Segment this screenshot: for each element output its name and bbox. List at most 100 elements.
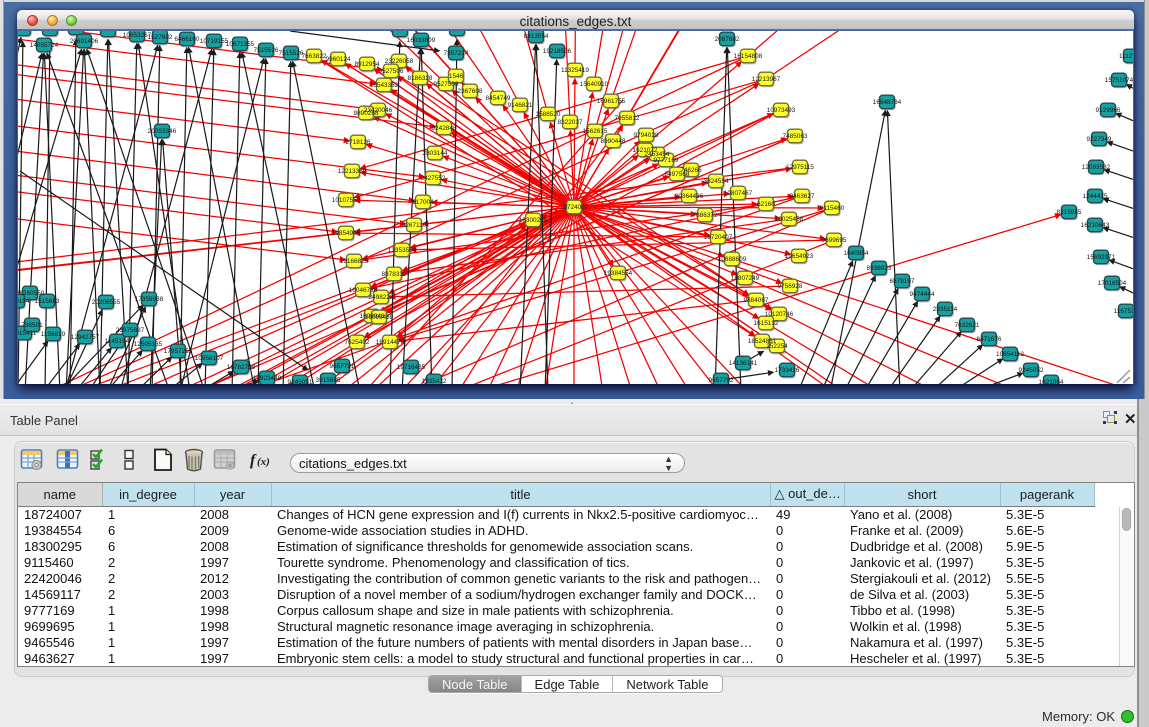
svg-text:8267110: 8267110 — [402, 222, 427, 229]
svg-text:1167534: 1167534 — [1114, 308, 1133, 315]
svg-text:9960124: 9960124 — [326, 56, 351, 63]
svg-text:10046786: 10046786 — [349, 287, 378, 294]
svg-text:10671355: 10671355 — [226, 41, 255, 48]
svg-text:6466160: 6466160 — [175, 36, 200, 43]
svg-text:9245052: 9245052 — [1019, 367, 1044, 374]
svg-text:7632621: 7632621 — [955, 322, 980, 329]
svg-text:16099489: 16099489 — [365, 314, 394, 321]
svg-text:16782759: 16782759 — [227, 364, 256, 371]
svg-text:12505135: 12505135 — [134, 341, 163, 348]
svg-text:16033809: 16033809 — [407, 37, 436, 44]
svg-text:19218506: 19218506 — [543, 48, 572, 55]
svg-text:2087682: 2087682 — [715, 36, 740, 43]
svg-text:1145194: 1145194 — [105, 338, 130, 345]
svg-text:20691406: 20691406 — [70, 38, 99, 45]
svg-text:9245051: 9245051 — [288, 379, 313, 384]
svg-text:1515683: 1515683 — [35, 298, 60, 305]
svg-text:12975115: 12975115 — [786, 164, 814, 171]
svg-text:9227349: 9227349 — [1087, 136, 1112, 143]
svg-text:16648784: 16648784 — [873, 99, 902, 106]
svg-text:8186328: 8186328 — [408, 75, 433, 82]
svg-text:9463627: 9463627 — [790, 193, 815, 200]
svg-text:3624554: 3624554 — [704, 178, 729, 185]
svg-text:62160: 62160 — [757, 201, 775, 208]
svg-text:10120746: 10120746 — [765, 311, 794, 318]
svg-text:20206555: 20206555 — [92, 299, 121, 306]
svg-text:1112704: 1112704 — [1119, 53, 1133, 60]
svg-text:3915411: 3915411 — [18, 330, 37, 337]
svg-text:917004: 917004 — [412, 199, 434, 206]
svg-text:8427552: 8427552 — [421, 175, 446, 182]
svg-text:10719155: 10719155 — [200, 38, 229, 45]
svg-text:8215955: 8215955 — [1057, 209, 1082, 216]
svg-text:7886372: 7886372 — [693, 212, 718, 219]
svg-text:2803144: 2803144 — [423, 150, 448, 157]
svg-text:19716485: 19716485 — [397, 364, 426, 371]
svg-text:20053346: 20053346 — [148, 128, 177, 135]
svg-text:10654112: 10654112 — [996, 351, 1024, 358]
svg-text:6497568: 6497568 — [665, 171, 690, 178]
svg-text:1733426: 1733426 — [775, 367, 800, 374]
svg-text:1527602: 1527602 — [148, 34, 173, 41]
svg-text:8990448: 8990448 — [601, 138, 626, 145]
svg-text:14055724: 14055724 — [30, 42, 59, 49]
svg-text:1621064: 1621064 — [1039, 379, 1064, 384]
svg-text:10854905: 10854905 — [332, 230, 361, 237]
svg-text:1562615: 1562615 — [583, 128, 608, 135]
svg-text:9129966: 9129966 — [1096, 107, 1121, 114]
svg-text:19166825: 19166825 — [340, 258, 369, 265]
svg-text:7625402: 7625402 — [345, 339, 370, 346]
svg-text:16210643: 16210643 — [1081, 222, 1110, 229]
svg-text:6879197: 6879197 — [890, 278, 915, 285]
svg-text:15692971: 15692971 — [1087, 254, 1116, 261]
svg-text:16154808: 16154808 — [734, 53, 763, 60]
svg-text:1621072: 1621072 — [633, 147, 658, 154]
svg-text:13353594: 13353594 — [388, 247, 417, 254]
svg-text:16914479: 16914479 — [376, 339, 405, 346]
svg-text:9527506: 9527506 — [379, 68, 404, 75]
svg-text:7357224: 7357224 — [444, 50, 469, 57]
svg-text:12923448: 12923448 — [253, 375, 282, 382]
svg-text:8938923: 8938923 — [867, 265, 892, 272]
svg-text:12213369: 12213369 — [338, 168, 367, 175]
svg-text:10807467: 10807467 — [724, 190, 753, 197]
svg-text:12942757: 12942757 — [71, 334, 100, 341]
svg-text:17957255: 17957255 — [164, 348, 193, 355]
svg-text:9527508: 9527508 — [434, 81, 459, 88]
svg-text:26260550: 26260550 — [18, 290, 45, 297]
svg-text:18724007: 18724007 — [560, 204, 589, 211]
svg-text:10973493: 10973493 — [767, 107, 796, 114]
svg-text:1615132: 1615132 — [754, 320, 779, 327]
svg-text:9657792: 9657792 — [709, 377, 734, 384]
svg-text:1588520: 1588520 — [536, 111, 561, 118]
svg-text:1640954: 1640954 — [844, 250, 869, 257]
svg-text:20364436: 20364436 — [675, 193, 704, 200]
svg-text:10107553: 10107553 — [332, 197, 361, 204]
svg-text:12213967: 12213967 — [752, 76, 781, 83]
svg-text:19654923: 19654923 — [785, 253, 814, 260]
svg-text:2718126: 2718126 — [346, 139, 371, 146]
svg-text:9474444: 9474444 — [910, 291, 935, 298]
svg-text:16961755: 16961755 — [597, 98, 626, 105]
svg-text:10958107: 10958107 — [195, 355, 224, 362]
svg-text:3498222: 3498222 — [369, 294, 394, 301]
svg-text:1156819: 1156819 — [41, 331, 66, 338]
svg-text:9890268: 9890268 — [354, 110, 379, 117]
svg-text:23226058: 23226058 — [385, 58, 414, 65]
svg-text:18720407: 18720407 — [704, 234, 733, 241]
svg-text:1546: 1546 — [449, 73, 464, 80]
svg-text:14136141: 14136141 — [729, 360, 758, 367]
svg-text:2367608: 2367608 — [458, 88, 483, 95]
svg-text:18807249: 18807249 — [731, 275, 760, 282]
svg-text:2935114: 2935114 — [933, 306, 958, 313]
svg-text:9794028: 9794028 — [634, 132, 659, 139]
svg-text:8912954: 8912954 — [355, 61, 380, 68]
svg-text:252254: 252254 — [766, 343, 788, 350]
svg-text:9884067: 9884067 — [744, 297, 769, 304]
svg-text:8878332: 8878332 — [382, 271, 407, 278]
svg-text:9777169: 9777169 — [654, 157, 679, 164]
svg-text:16543362: 16543362 — [370, 82, 399, 89]
svg-text:23975887: 23975887 — [116, 327, 145, 334]
svg-text:9699695: 9699695 — [822, 237, 847, 244]
svg-text:15640910: 15640910 — [580, 81, 609, 88]
